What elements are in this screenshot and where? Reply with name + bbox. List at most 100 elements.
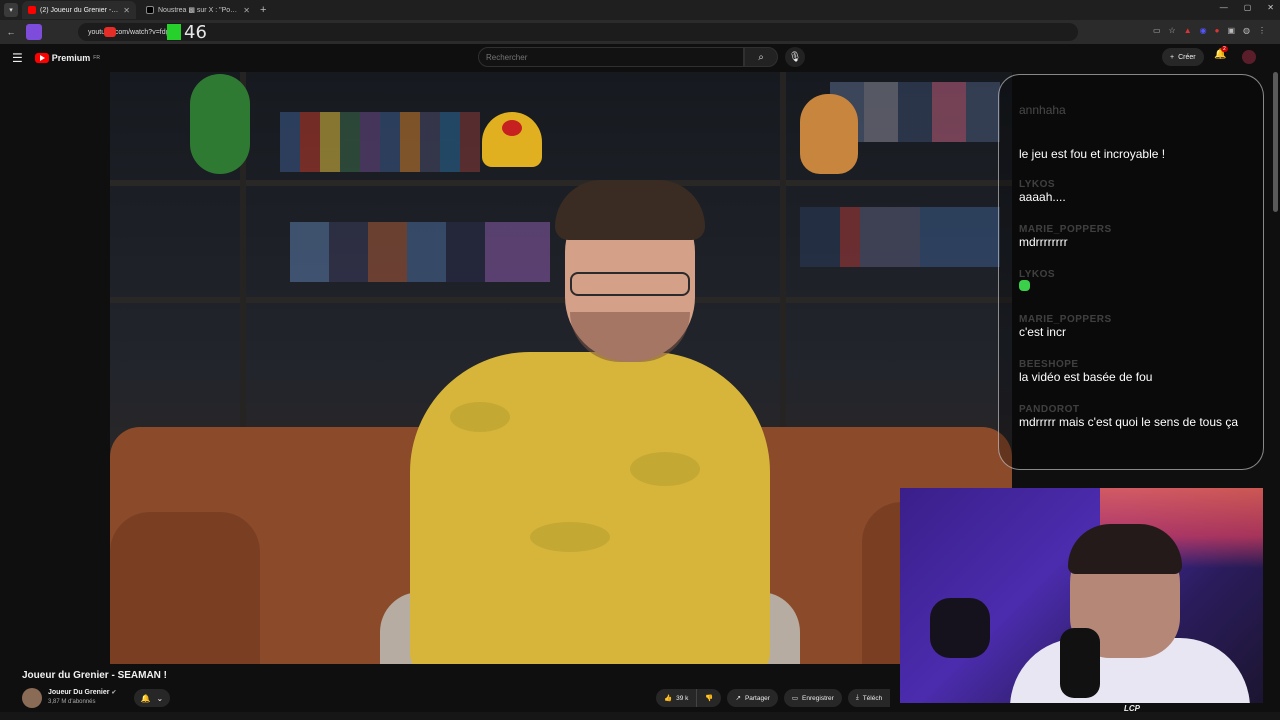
channel-name-text: Joueur Du Grenier	[48, 689, 110, 696]
chat-text: c'est incr	[1019, 325, 1066, 339]
search-button[interactable]: ⌕	[744, 47, 778, 67]
window-controls: — ▢ ✕	[1220, 3, 1274, 12]
chat-username: BEESHOPE	[1019, 359, 1079, 370]
create-button[interactable]: + Créer	[1162, 48, 1204, 66]
page-scrollbar[interactable]	[1273, 72, 1278, 212]
extension-icon[interactable]: ▲	[1184, 26, 1192, 35]
like-dislike-group: 👍 39 k 👎	[656, 689, 722, 707]
extension-icon[interactable]: ●	[1215, 26, 1220, 35]
new-tab-button[interactable]: +	[260, 4, 266, 16]
video-player[interactable]	[110, 72, 1012, 664]
chat-message: MARIE_POPPERS mdrrrrrrrr	[1019, 224, 1249, 249]
person-glasses	[570, 272, 690, 296]
chat-message: annhaha	[1019, 103, 1249, 117]
chat-username: LYKOS	[1019, 269, 1056, 280]
create-label: Créer	[1178, 53, 1196, 61]
chat-text: mdrrrrrrrr	[1019, 235, 1068, 249]
download-icon: ⤓	[855, 694, 859, 701]
chat-message: MARIE_POPPERS c'est incr	[1019, 314, 1249, 339]
microphone-icon: 🎙	[788, 51, 802, 63]
chat-username: MARIE_POPPERS	[1019, 224, 1112, 235]
tab-title: (2) Joueur du Grenier - SEAMAN	[40, 6, 119, 14]
menu-kebab-icon[interactable]: ⋮	[1258, 26, 1266, 35]
chat-emote-line	[1019, 280, 1249, 294]
chat-text: aaaah....	[1019, 190, 1066, 204]
back-icon[interactable]: ←	[4, 27, 18, 37]
book-row	[800, 207, 1000, 267]
verified-icon: ✔	[111, 690, 117, 696]
mushroom-spot	[502, 120, 522, 136]
x-favicon-icon	[146, 6, 154, 14]
bottom-strip	[0, 712, 1280, 720]
download-button[interactable]: ⤓ Téléch	[847, 689, 891, 707]
green-emote-icon	[1019, 280, 1030, 291]
extension-icon[interactable]: ◉	[1200, 26, 1207, 35]
url-field[interactable]: youtube.com/watch?v=fdg	[78, 23, 1078, 41]
book-row	[280, 112, 480, 172]
hamburger-menu-icon[interactable]: ☰	[12, 51, 23, 65]
browser-tab-strip: ▾ (2) Joueur du Grenier - SEAMAN ✕ Noust…	[0, 0, 1280, 20]
subscription-bell-button[interactable]: 🔔 ⌄	[134, 689, 170, 707]
tab-youtube[interactable]: (2) Joueur du Grenier - SEAMAN ✕	[22, 1, 136, 19]
person-shirt	[410, 352, 770, 664]
share-icon: ↗	[735, 695, 741, 702]
webcam-chair	[930, 598, 990, 658]
search-box: ⌕	[478, 47, 778, 67]
close-window-button[interactable]: ✕	[1267, 3, 1274, 12]
webcam-streamer-hair	[1068, 524, 1182, 574]
share-label: Partager	[744, 694, 770, 702]
channel-avatar[interactable]	[22, 688, 42, 708]
notifications-button[interactable]: 🔔 2	[1214, 46, 1228, 60]
logo-text: Premium	[51, 53, 91, 63]
extensions-puzzle-icon[interactable]: ▣	[1227, 26, 1235, 35]
youtube-favicon-icon	[28, 6, 36, 14]
minimize-button[interactable]: —	[1220, 3, 1228, 12]
download-label: Téléch	[862, 694, 883, 702]
shirt-pattern	[630, 452, 700, 486]
thumbs-down-icon: 👎	[705, 695, 714, 702]
chat-message: le jeu est fou et incroyable !	[1019, 147, 1249, 161]
cast-icon[interactable]: ▭	[1153, 26, 1161, 35]
chat-text: la vidéo est basée de fou	[1019, 370, 1153, 384]
brown-plush-toy	[800, 94, 858, 174]
like-button[interactable]: 👍 39 k	[656, 689, 697, 707]
dislike-button[interactable]: 👎	[696, 689, 722, 707]
notification-badge: 2	[1221, 46, 1228, 52]
chat-username: LYKOS	[1019, 179, 1056, 190]
green-plush-toy	[190, 74, 250, 174]
bookmark-star-icon[interactable]: ☆	[1169, 26, 1176, 35]
share-button[interactable]: ↗ Partager	[727, 689, 778, 707]
microphone-icon	[1060, 628, 1100, 698]
tab-x[interactable]: Noustrea ▩ sur X : "Positione ✕	[140, 1, 256, 19]
youtube-premium-logo[interactable]: Premium FR	[34, 53, 100, 63]
account-avatar[interactable]	[1242, 50, 1256, 64]
tab-title: Noustrea ▩ sur X : "Positione	[158, 7, 239, 14]
voice-search-button[interactable]: 🎙	[785, 47, 805, 67]
youtube-play-icon	[34, 53, 49, 63]
book-row	[290, 222, 550, 282]
tab-close-icon[interactable]: ✕	[243, 6, 250, 15]
maximize-button[interactable]: ▢	[1244, 3, 1252, 12]
subscriber-count: 3,87 M d'abonnés	[48, 699, 96, 705]
save-button[interactable]: ▭ Enregistrer	[783, 689, 842, 707]
tab-close-icon[interactable]: ✕	[123, 6, 130, 15]
profile-icon[interactable]: ◍	[1243, 26, 1250, 35]
chat-username: PANDOROT	[1019, 404, 1080, 415]
plus-icon: +	[1170, 53, 1175, 61]
chat-text: mdrrrrr mais c'est quoi le sens de tous …	[1019, 415, 1239, 429]
thumbs-up-icon: 👍	[664, 695, 673, 702]
channel-name[interactable]: Joueur Du Grenier ✔	[48, 689, 116, 696]
logo-region: FR	[93, 55, 100, 61]
save-playlist-icon: ▭	[791, 695, 799, 702]
stream-platform-logos: 46	[26, 20, 207, 44]
search-icon: ⌕	[758, 51, 764, 63]
chevron-down-icon: ⌄	[156, 693, 164, 703]
save-label: Enregistrer	[802, 694, 834, 702]
extension-icons: ▭ ☆ ▲ ◉ ● ▣ ◍ ⋮	[1153, 26, 1266, 35]
shelf-divider	[780, 72, 786, 432]
kick-logo-icon	[167, 24, 181, 40]
tab-search-button[interactable]: ▾	[4, 3, 18, 17]
search-input[interactable]	[478, 47, 744, 67]
streamer-webcam	[900, 488, 1263, 703]
chat-text: annhaha	[1019, 103, 1066, 117]
